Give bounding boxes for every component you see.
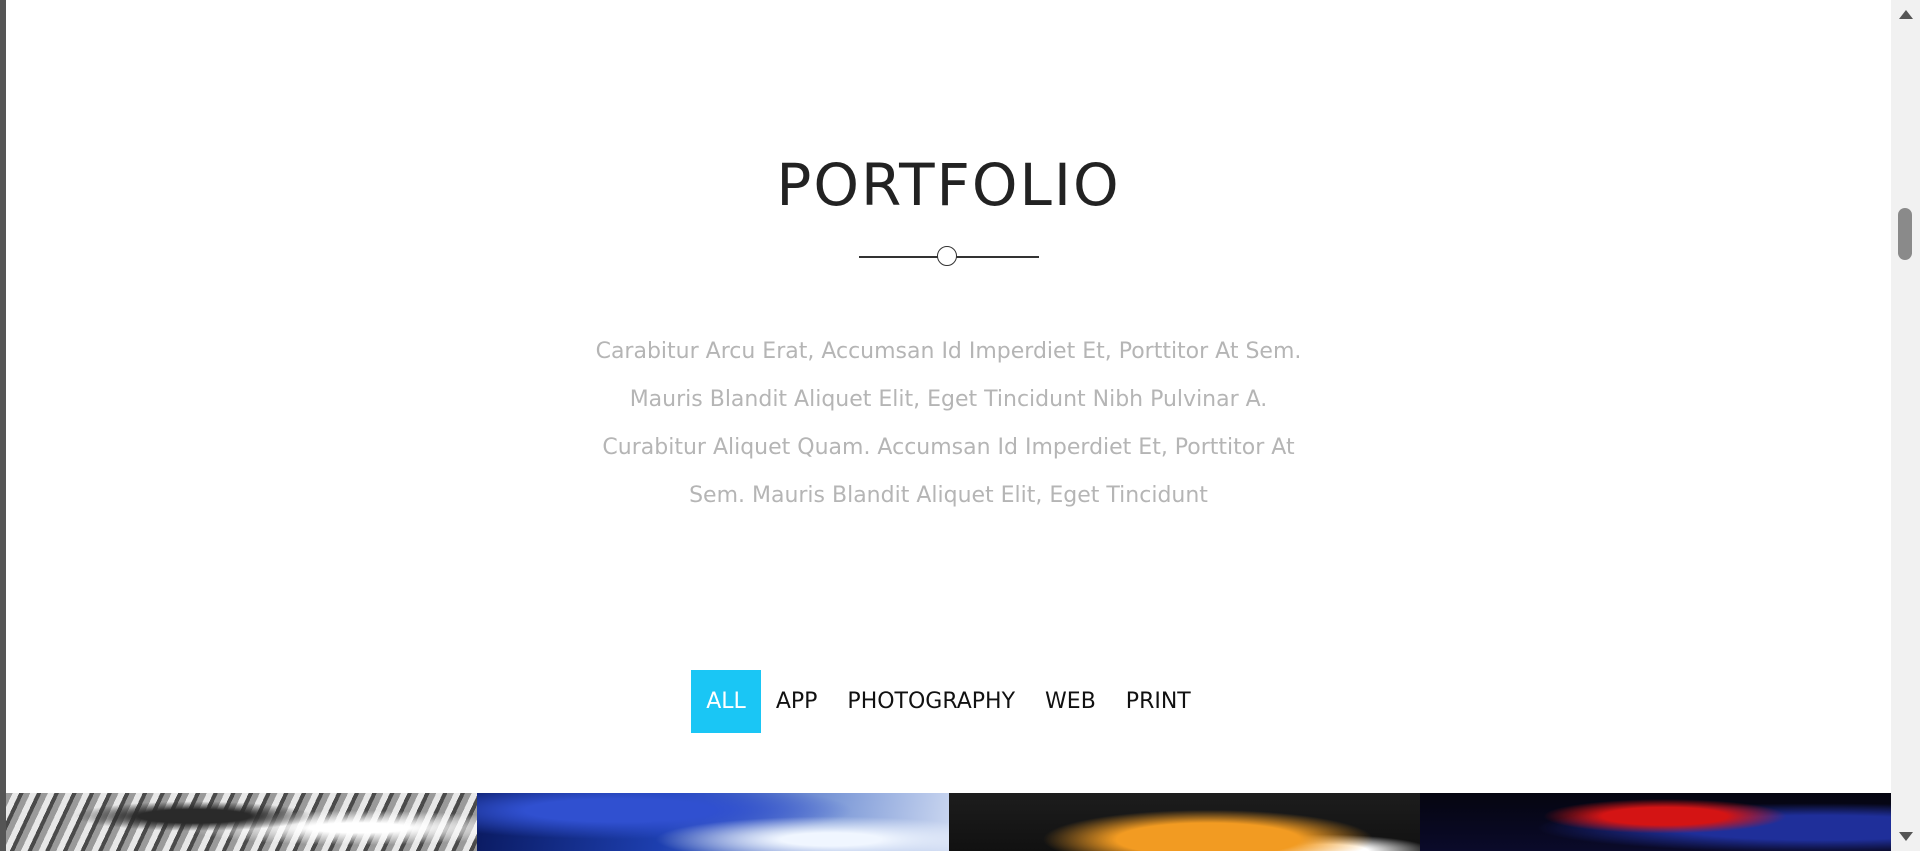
portfolio-item-image[interactable] [1419,793,1891,851]
scroll-up-arrow-icon[interactable] [1899,10,1913,19]
portfolio-gallery [6,793,1891,851]
vertical-scrollbar[interactable] [1891,0,1920,851]
scrollbar-thumb[interactable] [1898,208,1912,260]
filter-app[interactable]: APP [761,670,833,733]
portfolio-section: PORTFOLIO Carabitur Arcu Erat, Accumsan … [6,0,1891,851]
divider-circle-icon [937,246,957,266]
filter-web[interactable]: WEB [1030,670,1111,733]
page-title: PORTFOLIO [776,151,1121,219]
portfolio-intro-text: Carabitur Arcu Erat, Accumsan Id Imperdi… [595,339,1302,508]
portfolio-item-image[interactable] [6,793,478,851]
portfolio-item-image[interactable] [477,793,949,851]
filter-all[interactable]: ALL [691,670,761,733]
portfolio-filter-bar: ALL APP PHOTOGRAPHY WEB PRINT [6,670,1891,733]
title-divider [859,246,1039,268]
portfolio-item-image[interactable] [948,793,1420,851]
scroll-down-arrow-icon[interactable] [1899,832,1913,841]
filter-print[interactable]: PRINT [1111,670,1206,733]
filter-photography[interactable]: PHOTOGRAPHY [832,670,1030,733]
